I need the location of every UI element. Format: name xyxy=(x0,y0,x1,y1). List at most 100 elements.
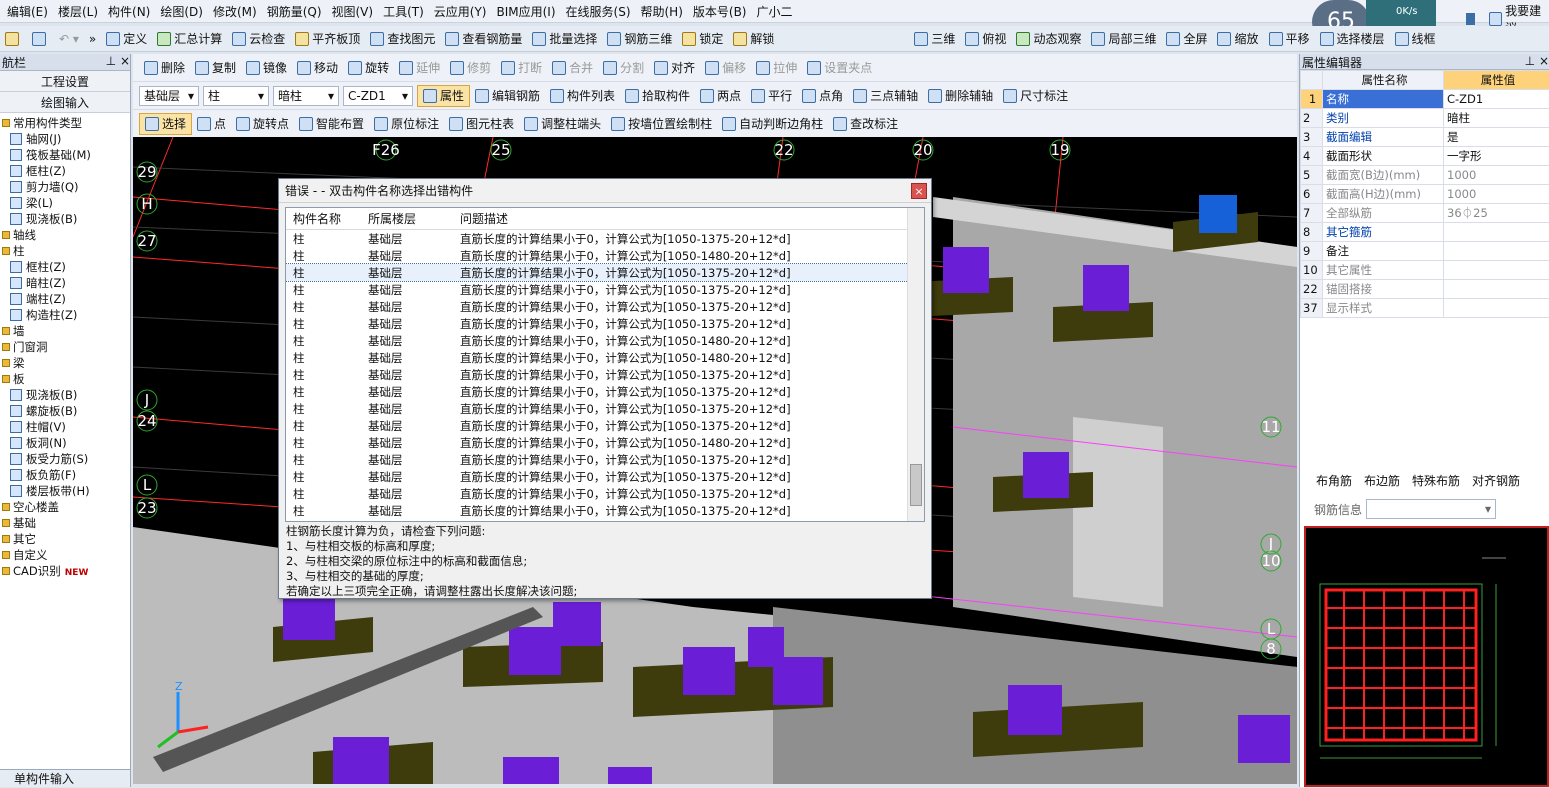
toolbar-button[interactable]: 钢筋三维 xyxy=(602,28,677,50)
prop-value[interactable] xyxy=(1444,223,1549,242)
project-settings-button[interactable]: 工程设置 xyxy=(0,71,130,92)
edit-tool-button[interactable]: 移动 xyxy=(292,57,343,79)
row3-tool-button[interactable]: 点 xyxy=(192,113,231,135)
toolbar-button[interactable]: 解锁 xyxy=(728,28,779,50)
tree-item[interactable]: 现浇板(B) xyxy=(0,387,130,403)
error-component[interactable]: 柱 xyxy=(286,248,360,264)
edit-tool-button[interactable]: 分割 xyxy=(598,57,649,79)
rebar-tab[interactable]: 布边筋 xyxy=(1360,472,1404,489)
toolbar-button[interactable]: 缩放 xyxy=(1212,28,1263,50)
row2-tool-button[interactable]: 删除辅轴 xyxy=(923,85,998,107)
edit-tool-button[interactable]: 修剪 xyxy=(445,57,496,79)
error-row[interactable]: 柱基础层直筋长度的计算结果小于0，计算公式为[1050-1480-20+12*d… xyxy=(286,349,924,366)
prop-value[interactable]: 1000 xyxy=(1444,166,1549,185)
error-row[interactable]: 柱基础层直筋长度的计算结果小于0，计算公式为[1050-1375-20+12*d… xyxy=(286,315,924,332)
row2-tool-button[interactable]: 构件列表 xyxy=(545,85,620,107)
prop-row[interactable]: 7全部纵筋36⏀25 xyxy=(1301,204,1549,223)
tree-item[interactable]: 剪力墙(Q) xyxy=(0,179,130,195)
menu-item[interactable]: 广小二 xyxy=(752,3,798,20)
prop-value[interactable]: 暗柱 xyxy=(1444,109,1549,128)
menu-item[interactable]: 帮助(H) xyxy=(636,3,688,20)
menu-item[interactable]: 绘图(D) xyxy=(155,3,208,20)
edit-tool-button[interactable]: 旋转 xyxy=(343,57,394,79)
save-button[interactable] xyxy=(27,28,54,50)
error-component[interactable]: 柱 xyxy=(286,231,360,247)
error-component[interactable]: 柱 xyxy=(286,452,360,468)
tree-item[interactable]: 螺旋板(B) xyxy=(0,403,130,419)
row2-tool-button[interactable]: 尺寸标注 xyxy=(998,85,1073,107)
toolbar-button[interactable]: 线框 xyxy=(1390,28,1441,50)
prop-row[interactable]: 3截面编辑是 xyxy=(1301,128,1549,147)
menu-item[interactable]: 编辑(E) xyxy=(2,3,53,20)
col-header-name[interactable]: 构件名称 xyxy=(286,210,360,227)
prop-row[interactable]: 6截面高(H边)(mm)1000 xyxy=(1301,185,1549,204)
menu-item[interactable]: 在线服务(S) xyxy=(561,3,636,20)
close-icon[interactable]: × xyxy=(911,183,927,199)
edit-tool-button[interactable]: 删除 xyxy=(139,57,190,79)
toolbar-button[interactable]: 定义 xyxy=(101,28,152,50)
row2-tool-button[interactable]: 平行 xyxy=(746,85,797,107)
edit-tool-button[interactable]: 延伸 xyxy=(394,57,445,79)
menu-item[interactable]: 钢筋量(Q) xyxy=(262,3,327,20)
menu-item[interactable]: 视图(V) xyxy=(327,3,379,20)
tree-item[interactable]: 梁 xyxy=(0,355,130,371)
prop-value[interactable]: 36⏀25 xyxy=(1444,204,1549,223)
edit-tool-button[interactable]: 偏移 xyxy=(700,57,751,79)
row3-tool-button[interactable]: 查改标注 xyxy=(828,113,903,135)
toolbar-button[interactable]: 云检查 xyxy=(227,28,290,50)
prop-row[interactable]: 2类别暗柱 xyxy=(1301,109,1549,128)
error-row[interactable]: 柱基础层直筋长度的计算结果小于0，计算公式为[1050-1375-20+12*d… xyxy=(286,451,924,468)
toolbar-button[interactable]: 平移 xyxy=(1264,28,1315,50)
menu-item[interactable]: BIM应用(I) xyxy=(491,3,560,20)
prop-value[interactable]: C-ZD1 xyxy=(1444,90,1549,109)
error-component[interactable]: 柱 xyxy=(286,418,360,434)
row3-tool-button[interactable]: 原位标注 xyxy=(369,113,444,135)
row3-tool-button[interactable]: 图元柱表 xyxy=(444,113,519,135)
tree-item[interactable]: 柱 xyxy=(0,243,130,259)
row2-tool-button[interactable]: 两点 xyxy=(695,85,746,107)
toolbar-button[interactable]: 三维 xyxy=(909,28,960,50)
edit-tool-button[interactable]: 打断 xyxy=(496,57,547,79)
row2-tool-button[interactable]: 拾取构件 xyxy=(620,85,695,107)
floor-select[interactable]: 基础层▾ xyxy=(139,86,199,106)
row3-tool-button[interactable]: 调整柱端头 xyxy=(519,113,606,135)
edit-tool-button[interactable]: 设置夹点 xyxy=(802,57,877,79)
col-header-desc[interactable]: 问题描述 xyxy=(452,210,902,227)
toolbar-button[interactable]: 查找图元 xyxy=(365,28,440,50)
tree-item[interactable]: 墙 xyxy=(0,323,130,339)
menu-item[interactable]: 构件(N) xyxy=(103,3,155,20)
prop-value[interactable]: 一字形 xyxy=(1444,147,1549,166)
tree-item[interactable]: 梁(L) xyxy=(0,195,130,211)
edit-tool-button[interactable]: 合并 xyxy=(547,57,598,79)
component-select[interactable]: C-ZD1▾ xyxy=(343,86,413,106)
rebar-info-select[interactable]: ▾ xyxy=(1366,499,1496,519)
rebar-tab[interactable]: 对齐钢筋 xyxy=(1468,472,1524,489)
error-component[interactable]: 柱 xyxy=(286,265,360,281)
error-row[interactable]: 柱基础层直筋长度的计算结果小于0，计算公式为[1050-1375-20+12*d… xyxy=(286,383,924,400)
tree-item[interactable]: 常用构件类型 xyxy=(0,115,130,131)
error-component[interactable]: 柱 xyxy=(286,350,360,366)
error-component[interactable]: 柱 xyxy=(286,316,360,332)
toolbar-button[interactable]: 局部三维 xyxy=(1086,28,1161,50)
tree-item[interactable]: 空心楼盖 xyxy=(0,499,130,515)
error-row[interactable]: 柱基础层直筋长度的计算结果小于0，计算公式为[1050-1375-20+12*d… xyxy=(286,230,924,247)
tree-item[interactable]: 门窗洞 xyxy=(0,339,130,355)
prop-value[interactable]: 是 xyxy=(1444,128,1549,147)
rebar-tab[interactable]: 特殊布筋 xyxy=(1408,472,1464,489)
scrollbar[interactable] xyxy=(907,208,924,521)
rebar-tab[interactable]: 布角筋 xyxy=(1312,472,1356,489)
tree-item[interactable]: 端柱(Z) xyxy=(0,291,130,307)
error-component[interactable]: 柱 xyxy=(286,367,360,383)
row3-tool-button[interactable]: 智能布置 xyxy=(294,113,369,135)
row3-tool-button[interactable]: 选择 xyxy=(139,113,192,135)
row3-tool-button[interactable]: 按墙位置绘制柱 xyxy=(606,113,717,135)
tree-item[interactable]: CAD识别NEW xyxy=(0,563,130,579)
error-row[interactable]: 柱基础层直筋长度的计算结果小于0，计算公式为[1050-1375-20+12*d… xyxy=(286,417,924,434)
prop-row[interactable]: 8其它箍筋 xyxy=(1301,223,1549,242)
edit-tool-button[interactable]: 复制 xyxy=(190,57,241,79)
type-select[interactable]: 柱▾ xyxy=(203,86,269,106)
tree-item[interactable]: 板 xyxy=(0,371,130,387)
error-component[interactable]: 柱 xyxy=(286,469,360,485)
row2-tool-button[interactable]: 三点辅轴 xyxy=(848,85,923,107)
subtype-select[interactable]: 暗柱▾ xyxy=(273,86,339,106)
